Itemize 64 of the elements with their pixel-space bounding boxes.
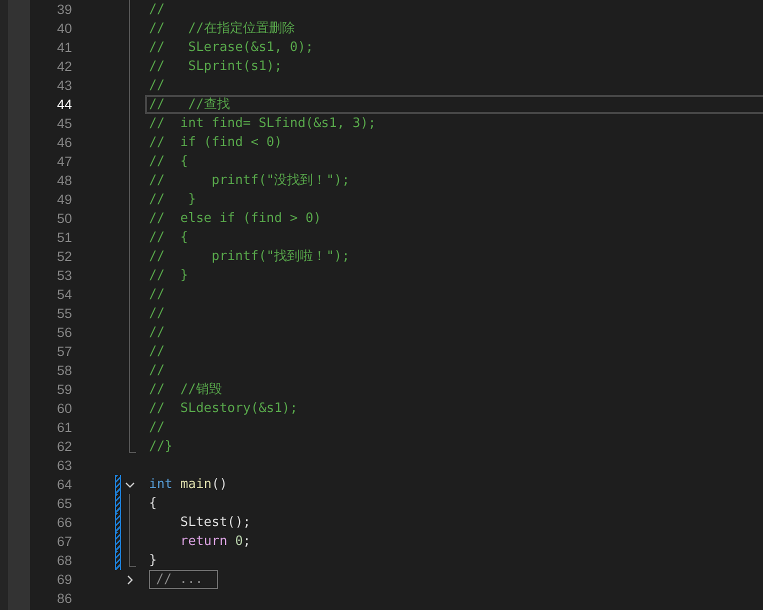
code-line: // SLdestory(&s1);: [149, 401, 298, 416]
expand-chevron-icon[interactable]: [125, 575, 135, 585]
line-number: 68: [56, 552, 72, 570]
line-number: 51: [56, 229, 72, 247]
code-line: }: [149, 553, 157, 568]
code-line: // {: [149, 230, 188, 245]
code-line: //: [149, 78, 165, 93]
line-number: 58: [56, 362, 72, 380]
line-number: 61: [56, 419, 72, 437]
code-line: //: [149, 344, 165, 359]
code-line: // if (find < 0): [149, 135, 282, 150]
code-line: int main(): [149, 477, 228, 492]
line-number: 64: [56, 476, 72, 494]
line-number: 56: [56, 324, 72, 342]
code-line: //}: [149, 439, 172, 454]
collapse-chevron-icon[interactable]: [125, 480, 135, 490]
code-line: //: [149, 287, 165, 302]
code-line: //: [149, 2, 165, 17]
code-line: // int find= SLfind(&s1, 3);: [149, 116, 376, 131]
line-number: 66: [56, 514, 72, 532]
line-number: 53: [56, 267, 72, 285]
code-line: SLtest();: [179, 515, 251, 530]
code-line: //: [149, 306, 165, 321]
code-line: // }: [149, 192, 196, 207]
line-number: 40: [56, 20, 72, 38]
code-line: //: [149, 420, 165, 435]
code-line: //: [149, 325, 165, 340]
code-line: return 0;: [179, 534, 251, 549]
line-number: 48: [56, 172, 72, 190]
line-number: 39: [56, 1, 72, 19]
code-line: // {: [149, 154, 188, 169]
line-number: 50: [56, 210, 72, 228]
code-line: // SLerase(&s1, 0);: [149, 40, 314, 55]
code-line: // else if (find > 0): [149, 211, 322, 226]
line-number: 67: [56, 533, 72, 551]
line-number: 54: [56, 286, 72, 304]
collapsed-code[interactable]: // ...: [149, 570, 218, 589]
code-line: // printf("没找到！");: [149, 173, 350, 188]
line-number: 55: [56, 305, 72, 323]
line-number: 42: [56, 58, 72, 76]
code-line: // printf("找到啦！");: [149, 249, 350, 264]
line-number: 63: [56, 457, 72, 475]
code-line: //: [149, 363, 165, 378]
line-number: 41: [56, 39, 72, 57]
code-line: // }: [149, 268, 188, 283]
line-number: 46: [56, 134, 72, 152]
line-number: 45: [56, 115, 72, 133]
line-number: 59: [56, 381, 72, 399]
line-number: 69: [56, 571, 72, 589]
code-line: // //查找: [149, 97, 230, 112]
line-number: 52: [56, 248, 72, 266]
code-line: // //在指定位置删除: [149, 21, 295, 36]
line-number: 62: [56, 438, 72, 456]
line-number: 86: [56, 590, 72, 608]
line-number: 57: [56, 343, 72, 361]
code-line: // SLprint(s1);: [149, 59, 282, 74]
line-number: 65: [56, 495, 72, 513]
code-line: // //销毁: [149, 382, 222, 397]
line-number: 43: [56, 77, 72, 95]
code-line: {: [149, 496, 157, 511]
line-number: 49: [56, 191, 72, 209]
line-number: 44: [56, 96, 72, 114]
line-number: 60: [56, 400, 72, 418]
line-number: 47: [56, 153, 72, 171]
